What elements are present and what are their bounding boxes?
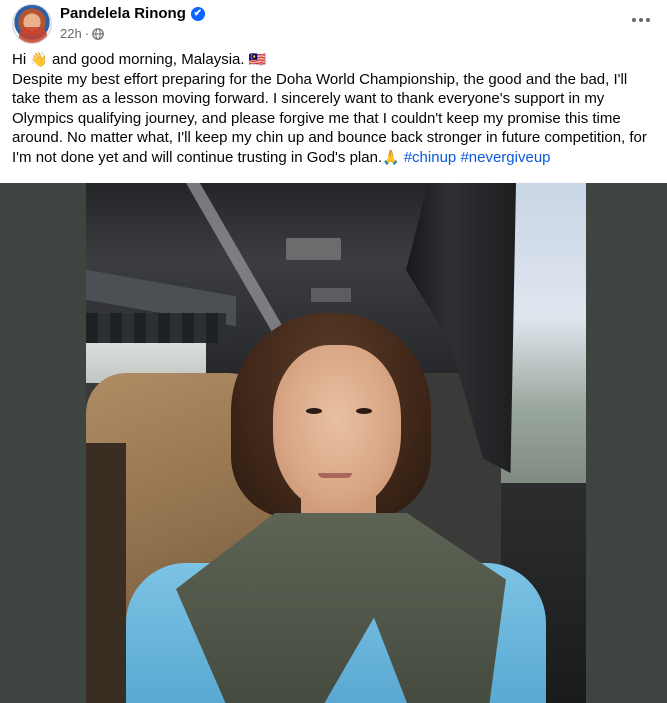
- greeting-text: Hi: [12, 51, 31, 68]
- meta-separator: ·: [84, 26, 90, 41]
- hashtag-chinup[interactable]: #chinup: [404, 149, 457, 166]
- paragraph-text: Despite my best effort preparing for the…: [12, 70, 647, 166]
- more-dot: [646, 18, 650, 22]
- post-body: Hi 👋 and good morning, Malaysia. 🇲🇾 Desp…: [12, 50, 657, 167]
- more-options-button[interactable]: [627, 8, 655, 32]
- post-greeting: Hi 👋 and good morning, Malaysia. 🇲🇾: [12, 50, 657, 70]
- ceiling-vent-2: [311, 288, 351, 302]
- post-photo[interactable]: [86, 183, 586, 703]
- author-avatar[interactable]: [12, 4, 52, 44]
- more-dot: [639, 18, 643, 22]
- greeting-text-2: and good morning, Malaysia.: [47, 51, 249, 68]
- author-name[interactable]: Pandelela Rinong: [60, 5, 186, 22]
- waving-hand-emoji: 👋: [30, 51, 48, 67]
- person-face: [273, 345, 401, 510]
- seat-side: [86, 443, 126, 703]
- verified-badge-icon: ✔: [190, 6, 205, 21]
- left-curtain: [86, 313, 226, 343]
- photo-container: [0, 183, 667, 703]
- globe-icon: [92, 27, 104, 40]
- author-name-row: Pandelela Rinong ✔: [60, 5, 205, 22]
- post-meta: 22h ·: [60, 26, 104, 41]
- mouth: [318, 473, 352, 478]
- more-horizontal-icon: [632, 18, 636, 22]
- folded-hands-emoji: 🙏: [382, 148, 400, 165]
- post-timestamp[interactable]: 22h: [60, 26, 82, 41]
- post-paragraph: Despite my best effort preparing for the…: [12, 70, 657, 168]
- ceiling-vent: [286, 238, 341, 260]
- malaysia-flag-emoji: 🇲🇾: [248, 51, 267, 67]
- facebook-post: Pandelela Rinong ✔ 22h · Hi 👋 and good m…: [0, 0, 667, 703]
- right-eye: [356, 408, 372, 414]
- left-eye: [306, 408, 322, 414]
- hashtag-nevergiveup[interactable]: #nevergiveup: [460, 149, 550, 166]
- post-header: Pandelela Rinong ✔ 22h ·: [12, 4, 655, 44]
